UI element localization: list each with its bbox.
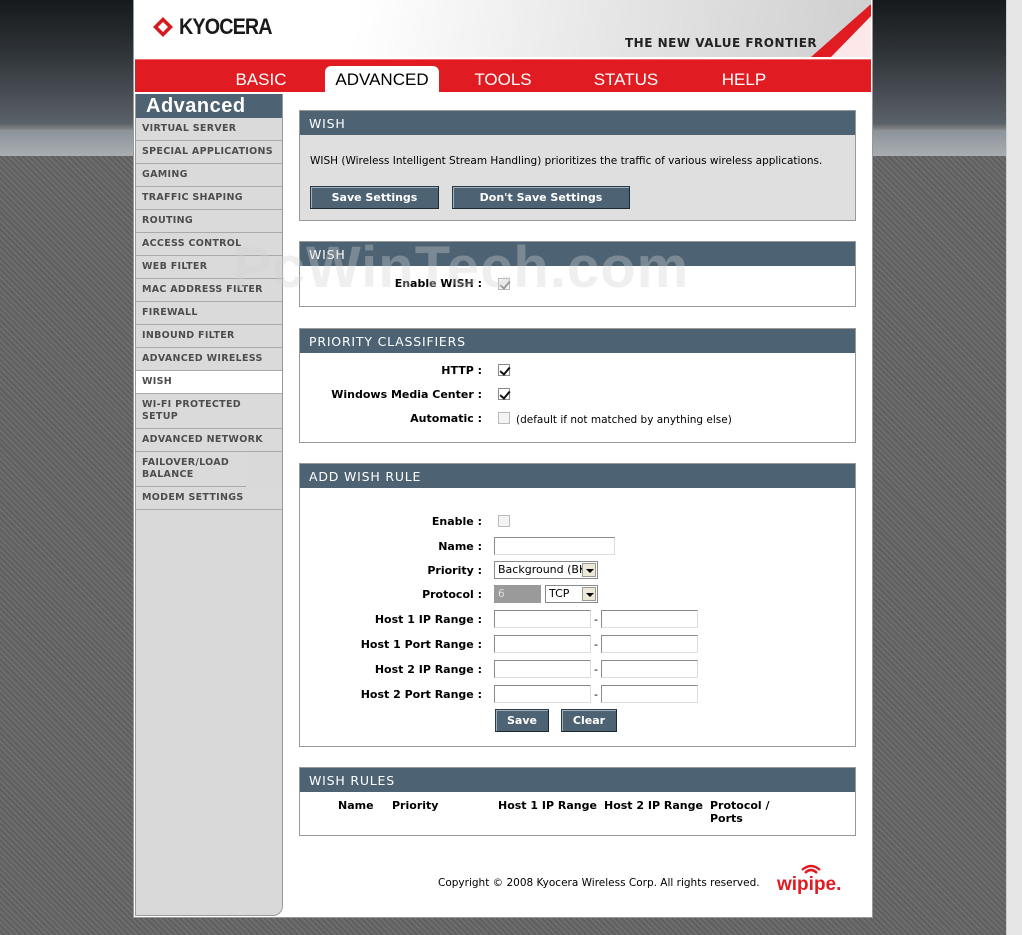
panel-title: WISH <box>300 111 855 135</box>
priority-select[interactable]: Background (BK) <box>494 561 598 579</box>
sidebar-item-inbound-filter[interactable]: INBOUND FILTER <box>136 325 282 348</box>
panel-title: WISH <box>300 242 855 266</box>
host1-ip-range-label: Host 1 IP Range : <box>374 613 482 626</box>
host2-port-end-input[interactable] <box>601 685 698 703</box>
column-header-host1-ip-range: Host 1 IP Range <box>498 799 597 812</box>
protocol-select[interactable]: TCP <box>545 585 598 603</box>
host2-ip-range-label: Host 2 IP Range : <box>374 663 482 676</box>
tab-status[interactable]: STATUS <box>583 66 669 93</box>
wish-enable-panel: WISH Enable WISH : <box>299 241 856 307</box>
protocol-value: TCP <box>549 587 570 600</box>
priority-label: Priority : <box>427 564 482 577</box>
enable-wish-checkbox[interactable] <box>498 278 510 290</box>
host2-port-range-label: Host 2 Port Range : <box>360 688 482 701</box>
wipipe-logo-text: wipipe. <box>776 874 841 894</box>
rule-name-input[interactable] <box>494 537 615 555</box>
vertical-scrollbar[interactable] <box>1006 0 1022 935</box>
rule-save-button[interactable]: Save <box>495 709 549 732</box>
panel-title: ADD WISH RULE <box>300 464 855 488</box>
wish-rules-panel: WISH RULES Name Priority Host 1 IP Range… <box>299 767 856 836</box>
column-header-name: Name <box>338 799 374 812</box>
chevron-down-icon <box>582 587 596 601</box>
sidebar-item-web-filter[interactable]: WEB FILTER <box>136 256 282 279</box>
sidebar-item-advanced-network[interactable]: ADVANCED NETWORK <box>136 429 282 452</box>
tagline: THE NEW VALUE FRONTIER <box>625 36 818 50</box>
save-settings-button[interactable]: Save Settings <box>310 186 439 209</box>
sidebar-item-firewall[interactable]: FIREWALL <box>136 302 282 325</box>
router-admin-page: KYOCERA THE NEW VALUE FRONTIER BASIC ADV… <box>133 0 873 918</box>
kyocera-logo-icon <box>153 17 173 37</box>
wipipe-logo: wipipe. <box>775 860 849 895</box>
rule-enable-checkbox[interactable] <box>498 515 510 527</box>
tab-basic[interactable]: BASIC <box>223 66 299 93</box>
http-checkbox[interactable] <box>498 364 510 376</box>
sidebar-item-wifi-protected-setup[interactable]: WI-FI PROTECTED SETUP <box>136 394 282 429</box>
copyright-text: Copyright © 2008 Kyocera Wireless Corp. … <box>438 877 760 889</box>
chevron-down-icon <box>582 563 596 577</box>
sidebar-item-virtual-server[interactable]: VIRTUAL SERVER <box>136 118 282 141</box>
enable-wish-label: Enable WISH : <box>394 277 482 290</box>
tab-tools[interactable]: TOOLS <box>465 66 541 93</box>
range-separator: - <box>594 613 598 626</box>
sidebar-item-access-control[interactable]: ACCESS CONTROL <box>136 233 282 256</box>
column-header-priority: Priority <box>392 799 439 812</box>
protocol-number-input: 6 <box>494 585 541 603</box>
automatic-note: (default if not matched by anything else… <box>516 414 732 426</box>
host1-port-start-input[interactable] <box>494 635 591 653</box>
sidebar-item-failover-load-balance[interactable]: FAILOVER/LOAD BALANCE <box>136 452 246 487</box>
range-separator: - <box>594 688 598 701</box>
range-separator: - <box>594 638 598 651</box>
sidebar-item-wish[interactable]: WISH <box>136 371 282 394</box>
sidebar: Advanced VIRTUAL SERVER SPECIAL APPLICAT… <box>135 94 283 916</box>
host2-port-start-input[interactable] <box>494 685 591 703</box>
rule-name-label: Name : <box>438 540 482 553</box>
sidebar-item-advanced-wireless[interactable]: ADVANCED WIRELESS <box>136 348 282 371</box>
rule-clear-button[interactable]: Clear <box>561 709 617 732</box>
windows-media-center-checkbox[interactable] <box>498 388 510 400</box>
sidebar-item-traffic-shaping[interactable]: TRAFFIC SHAPING <box>136 187 282 210</box>
host2-ip-end-input[interactable] <box>601 660 698 678</box>
header-red-slash-graphic <box>811 4 871 57</box>
top-nav: BASIC ADVANCED TOOLS STATUS HELP <box>135 59 871 93</box>
rule-enable-label: Enable : <box>431 515 482 528</box>
sidebar-item-special-applications[interactable]: SPECIAL APPLICATIONS <box>136 141 282 164</box>
http-label: HTTP : <box>441 364 482 377</box>
host1-port-end-input[interactable] <box>601 635 698 653</box>
sidebar-item-gaming[interactable]: GAMING <box>136 164 282 187</box>
wish-intro-panel: WISH WISH (Wireless Intelligent Stream H… <box>299 110 856 221</box>
wipipe-logo-icon: wipipe. <box>776 864 841 895</box>
sidebar-title: Advanced <box>136 94 282 118</box>
host1-ip-end-input[interactable] <box>601 610 698 628</box>
panel-title: WISH RULES <box>300 768 855 792</box>
sidebar-item-routing[interactable]: ROUTING <box>136 210 282 233</box>
tab-advanced[interactable]: ADVANCED <box>325 66 439 93</box>
dont-save-settings-button[interactable]: Don't Save Settings <box>452 186 630 209</box>
wish-description: WISH (Wireless Intelligent Stream Handli… <box>310 155 823 167</box>
host1-ip-start-input[interactable] <box>494 610 591 628</box>
tab-help[interactable]: HELP <box>711 66 777 93</box>
column-header-host2-ip-range: Host 2 IP Range <box>604 799 703 812</box>
add-wish-rule-panel: ADD WISH RULE Enable : Name : Priority :… <box>299 463 856 747</box>
priority-classifiers-panel: PRIORITY CLASSIFIERS HTTP : Windows Medi… <box>299 328 856 443</box>
windows-media-center-label: Windows Media Center : <box>331 388 482 401</box>
kyocera-logo: KYOCERA <box>153 14 282 40</box>
host2-ip-start-input[interactable] <box>494 660 591 678</box>
range-separator: - <box>594 663 598 676</box>
host1-port-range-label: Host 1 Port Range : <box>360 638 482 651</box>
header-banner: KYOCERA THE NEW VALUE FRONTIER <box>135 0 871 57</box>
priority-value: Background (BK) <box>498 563 591 576</box>
sidebar-item-mac-address-filter[interactable]: MAC ADDRESS FILTER <box>136 279 282 302</box>
column-header-protocol-ports: Protocol / Ports <box>710 799 770 825</box>
protocol-label: Protocol : <box>422 588 482 601</box>
logo-text: KYOCERA <box>179 14 273 39</box>
panel-title: PRIORITY CLASSIFIERS <box>300 329 855 353</box>
sidebar-item-modem-settings[interactable]: MODEM SETTINGS <box>136 487 282 510</box>
automatic-label: Automatic : <box>410 412 482 425</box>
automatic-checkbox[interactable] <box>498 412 510 424</box>
